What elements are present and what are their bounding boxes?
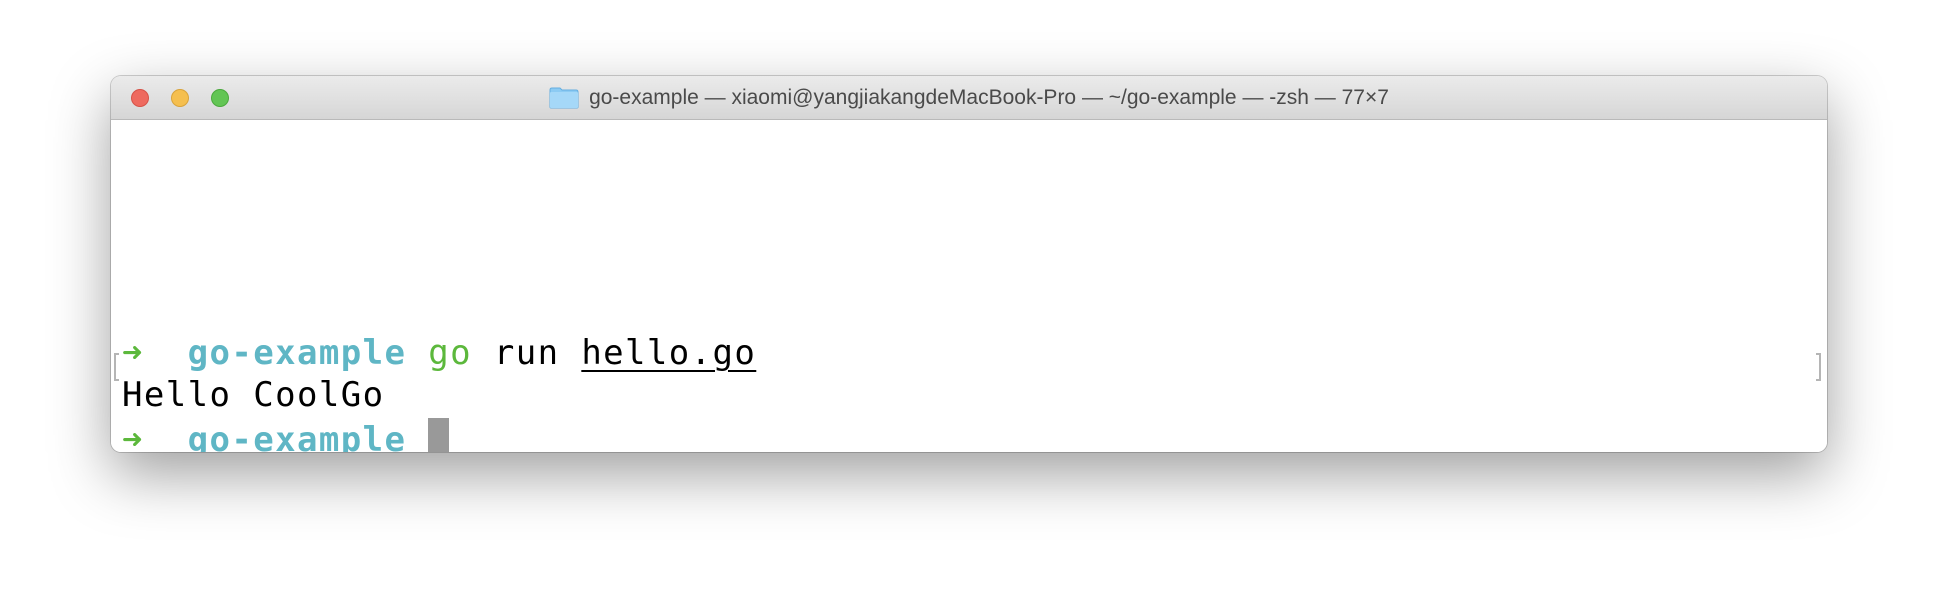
terminal-line-output: Hello CoolGo <box>122 373 384 417</box>
prompt-cwd: go-example <box>187 420 407 452</box>
command-arg: run <box>493 333 560 373</box>
terminal-line-command: ➜ go-example go run hello.go <box>122 331 756 375</box>
title-bar[interactable]: go-example — xiaomi@yangjiakangdeMacBook… <box>111 76 1827 120</box>
terminal-window: go-example — xiaomi@yangjiakangdeMacBook… <box>111 76 1827 452</box>
window-title: go-example — xiaomi@yangjiakangdeMacBook… <box>589 85 1389 109</box>
text-cursor <box>428 418 450 452</box>
window-title-container: go-example — xiaomi@yangjiakangdeMacBook… <box>111 76 1827 119</box>
command-name: go <box>428 333 472 373</box>
output-text: Hello CoolGo <box>122 375 385 415</box>
command-file: hello.go <box>581 333 757 373</box>
terminal-content[interactable]: ➜ go-example go run hello.go Hello CoolG… <box>111 120 1827 452</box>
mark-bracket-right <box>1816 353 1821 381</box>
terminal-line-prompt: ➜ go-example <box>122 418 450 452</box>
folder-icon <box>549 87 579 109</box>
prompt-arrow: ➜ <box>122 420 144 452</box>
prompt-arrow: ➜ <box>122 333 144 373</box>
prompt-cwd: go-example <box>187 333 407 373</box>
mark-bracket-left <box>114 353 119 381</box>
